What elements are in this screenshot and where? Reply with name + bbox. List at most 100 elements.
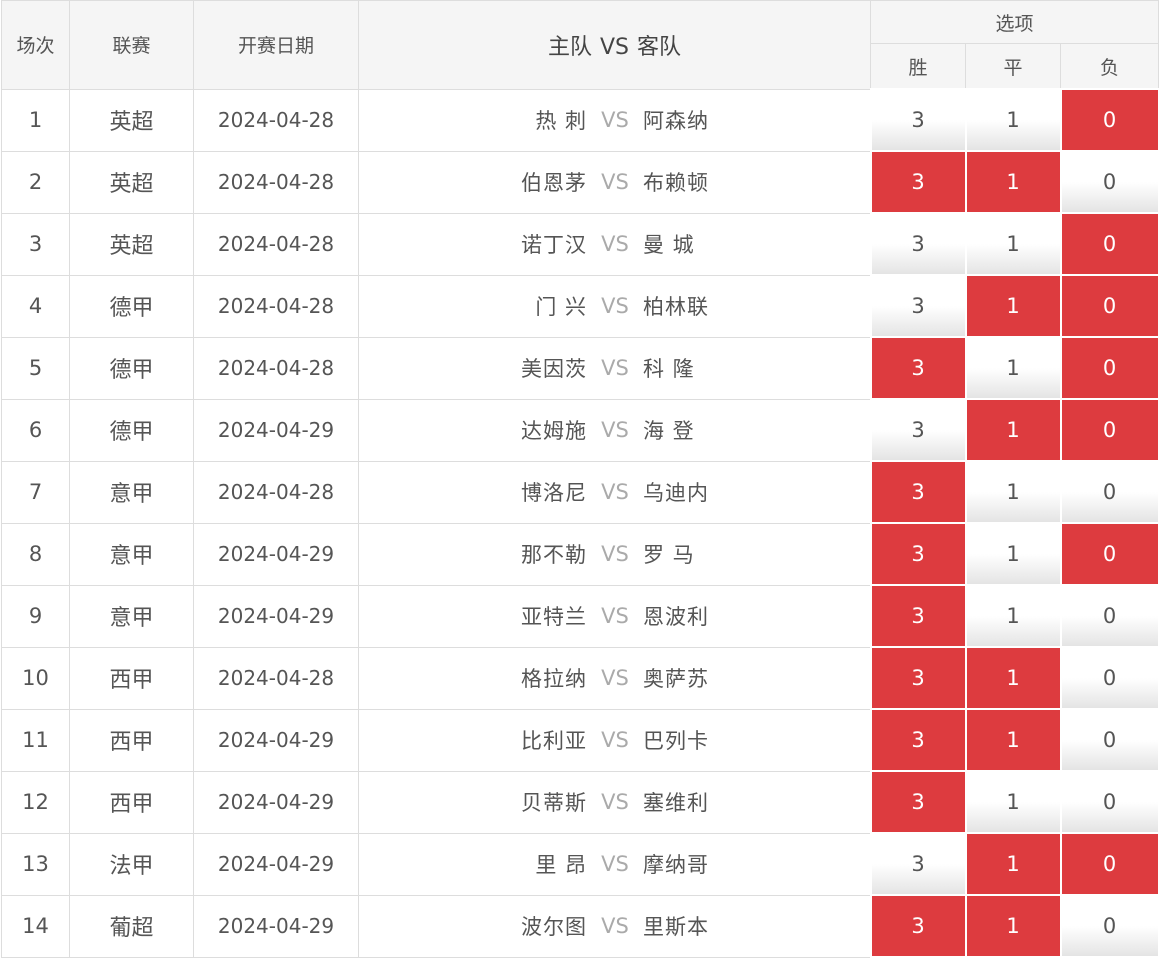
- loss-option[interactable]: 0: [1059, 522, 1159, 586]
- home-team: 亚特兰: [521, 605, 587, 629]
- draw-option[interactable]: 1: [964, 584, 1062, 648]
- draw-option[interactable]: 1: [964, 708, 1062, 772]
- loss-option[interactable]: 0: [1059, 212, 1159, 276]
- match-teams: 比利亚 VS 巴列卡: [358, 708, 871, 772]
- matchup: 格拉纳 VS 奥萨苏: [359, 663, 870, 693]
- win-option[interactable]: 3: [869, 398, 967, 462]
- draw-option[interactable]: 1: [964, 274, 1062, 338]
- match-index: 10: [1, 646, 70, 710]
- loss-option[interactable]: 0: [1059, 88, 1159, 152]
- win-option[interactable]: 3: [869, 770, 967, 834]
- away-team: 罗 马: [643, 543, 695, 567]
- loss-option[interactable]: 0: [1059, 770, 1159, 834]
- win-option[interactable]: 3: [869, 522, 967, 586]
- home-team: 美因茨: [521, 357, 587, 381]
- matchup: 波尔图 VS 里斯本: [359, 911, 870, 941]
- match-league: 意甲: [69, 460, 194, 524]
- win-option[interactable]: 3: [869, 150, 967, 214]
- match-teams: 热 刺 VS 阿森纳: [358, 88, 871, 152]
- draw-option[interactable]: 1: [964, 460, 1062, 524]
- matchup: 里 昂 VS 摩纳哥: [359, 849, 870, 879]
- match-league: 德甲: [69, 336, 194, 400]
- vs-label: VS: [601, 852, 629, 876]
- match-row: 5 德甲 2024-04-28 美因茨 VS 科 隆 310: [1, 336, 1159, 400]
- match-league: 英超: [69, 88, 194, 152]
- match-row: 2 英超 2024-04-28 伯恩茅 VS 布赖顿 3 1 0: [1, 150, 1159, 214]
- match-league: 西甲: [69, 646, 194, 710]
- win-option[interactable]: 3: [869, 460, 967, 524]
- match-index: 7: [1, 460, 70, 524]
- win-option[interactable]: 3: [869, 274, 967, 338]
- match-teams: 达姆施 VS 海 登: [358, 398, 871, 462]
- loss-option[interactable]: 0: [1059, 708, 1159, 772]
- match-date: 2024-04-29: [193, 522, 359, 586]
- match-date: 2024-04-28: [193, 150, 359, 214]
- draw-option[interactable]: 1: [964, 88, 1062, 152]
- header-index: 场次: [1, 0, 70, 90]
- win-option[interactable]: 3: [869, 894, 967, 958]
- away-team: 奥萨苏: [643, 667, 709, 691]
- header-win: 胜: [870, 43, 966, 90]
- loss-option[interactable]: 0: [1059, 894, 1159, 958]
- loss-option[interactable]: 0: [1059, 832, 1159, 896]
- loss-option[interactable]: 0: [1059, 336, 1159, 400]
- match-index: 9: [1, 584, 70, 648]
- draw-option[interactable]: 1: [964, 770, 1062, 834]
- win-option[interactable]: 3: [869, 646, 967, 710]
- away-team: 阿森纳: [643, 109, 709, 133]
- loss-option[interactable]: 0: [1059, 584, 1159, 648]
- match-row: 3 英超 2024-04-28 诺丁汉 VS 曼 城310: [1, 212, 1159, 276]
- win-option[interactable]: 3: [869, 88, 967, 152]
- draw-option[interactable]: 1: [964, 894, 1062, 958]
- match-row: 4 德甲 2024-04-28 门 兴 VS 柏林联 3 1 0: [1, 274, 1159, 338]
- match-league: 西甲: [69, 770, 194, 834]
- table-header: 场次 联赛 开赛日期 主队 VS 客队 选项 胜 平 负: [1, 0, 1159, 90]
- match-date: 2024-04-29: [193, 832, 359, 896]
- vs-label: VS: [601, 108, 629, 132]
- match-row: 11 西甲 2024-04-29 比利亚 VS 巴列卡 3 1 0: [1, 708, 1159, 772]
- draw-option[interactable]: 1: [964, 212, 1062, 276]
- away-team: 恩波利: [643, 605, 709, 629]
- win-option[interactable]: 3: [869, 832, 967, 896]
- match-teams: 贝蒂斯 VS 塞维利: [358, 770, 871, 834]
- match-date: 2024-04-29: [193, 770, 359, 834]
- home-team: 热 刺: [535, 109, 587, 133]
- home-team: 里 昂: [535, 853, 587, 877]
- draw-option[interactable]: 1: [964, 398, 1062, 462]
- table-body: 1 英超 2024-04-28 热 刺 VS 阿森纳 3 1 0 2 英超 2024-04-28 伯恩茅…: [1, 88, 1159, 958]
- match-row: 14 葡超 2024-04-29 波尔图 VS 里斯本 3 1 0: [1, 894, 1159, 958]
- vs-label: VS: [601, 666, 629, 690]
- draw-option[interactable]: 1: [964, 522, 1062, 586]
- match-date: 2024-04-28: [193, 646, 359, 710]
- draw-option[interactable]: 1: [964, 150, 1062, 214]
- match-teams: 亚特兰 VS 恩波利: [358, 584, 871, 648]
- vs-label: VS: [601, 480, 629, 504]
- away-team: 柏林联: [643, 295, 709, 319]
- win-option[interactable]: 3: [869, 584, 967, 648]
- win-option[interactable]: 3: [869, 708, 967, 772]
- match-teams: 博洛尼 VS 乌迪内: [358, 460, 871, 524]
- draw-option[interactable]: 1: [964, 832, 1062, 896]
- loss-option[interactable]: 0: [1059, 150, 1159, 214]
- win-option[interactable]: 3: [869, 336, 967, 400]
- draw-option[interactable]: 1: [964, 646, 1062, 710]
- match-date: 2024-04-28: [193, 460, 359, 524]
- win-option[interactable]: 3: [869, 212, 967, 276]
- header-home: 主队: [547, 34, 592, 60]
- loss-option[interactable]: 0: [1059, 398, 1159, 462]
- matchup: 热 刺 VS 阿森纳: [359, 105, 870, 135]
- header-vs: VS: [599, 34, 629, 60]
- draw-option[interactable]: 1: [964, 336, 1062, 400]
- loss-option[interactable]: 0: [1059, 646, 1159, 710]
- match-date: 2024-04-29: [193, 708, 359, 772]
- header-draw: 平: [965, 43, 1061, 90]
- match-index: 13: [1, 832, 70, 896]
- matchup: 伯恩茅 VS 布赖顿: [359, 167, 870, 197]
- vs-label: VS: [601, 728, 629, 752]
- match-league: 英超: [69, 150, 194, 214]
- match-league: 西甲: [69, 708, 194, 772]
- home-team: 格拉纳: [521, 667, 587, 691]
- loss-option[interactable]: 0: [1059, 274, 1159, 338]
- loss-option[interactable]: 0: [1059, 460, 1159, 524]
- match-index: 6: [1, 398, 70, 462]
